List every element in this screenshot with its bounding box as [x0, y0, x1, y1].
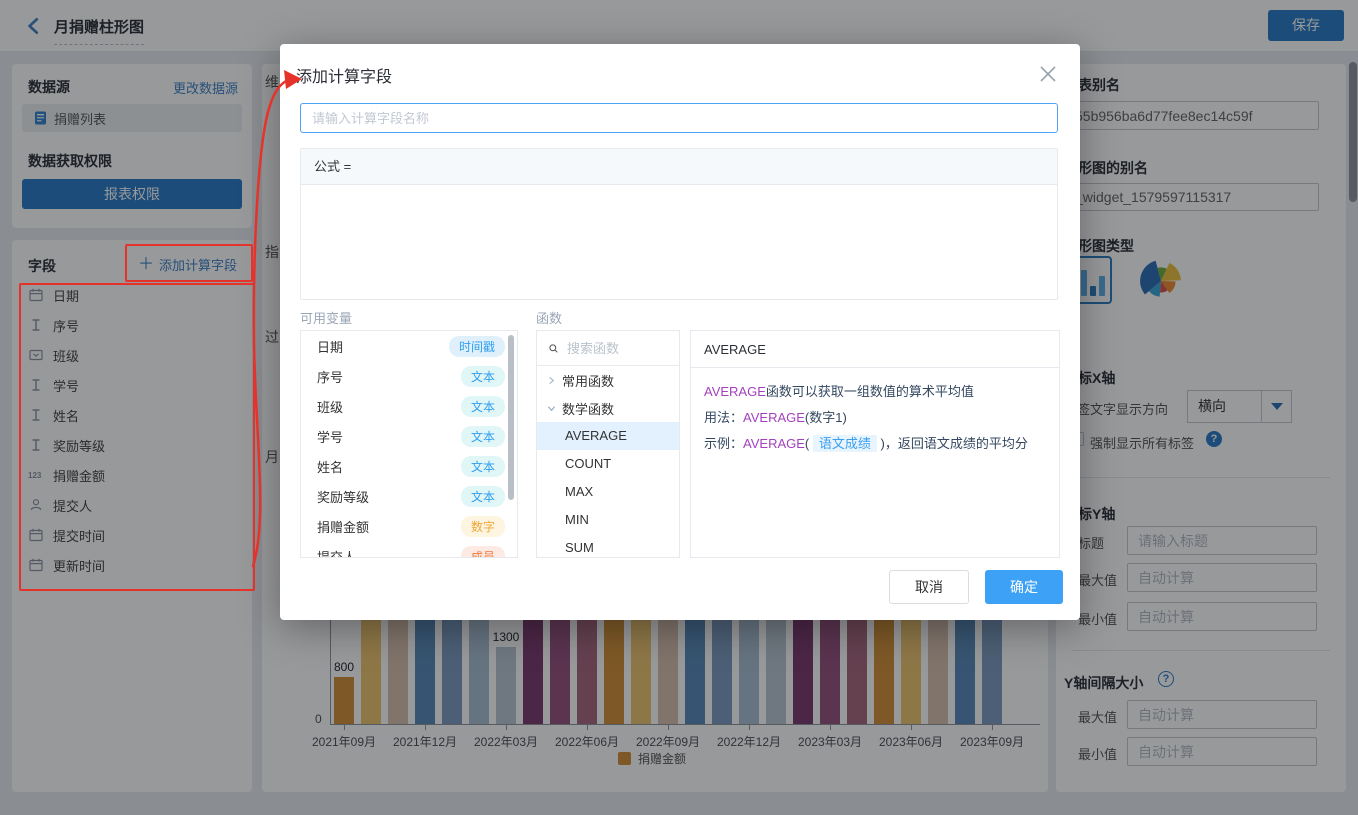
variable-name: 学号 — [317, 427, 343, 446]
function-group[interactable]: 常用函数 — [537, 366, 679, 394]
variable-item[interactable]: 捐赠金额 数字 — [301, 511, 517, 541]
functions-title: 函数 — [536, 308, 562, 327]
variable-name: 姓名 — [317, 457, 343, 476]
formula-editor[interactable]: 公式 = — [300, 148, 1058, 300]
cancel-button[interactable]: 取消 — [889, 570, 969, 604]
close-icon[interactable] — [1038, 64, 1058, 84]
variable-type-badge: 文本 — [461, 486, 505, 507]
variable-item[interactable]: 班级 文本 — [301, 391, 517, 421]
function-description: AVERAGE函数可以获取一组数值的算术平均值 — [704, 379, 1046, 405]
function-group-label: 常用函数 — [562, 371, 614, 390]
variable-item[interactable]: 日期 时间戳 — [301, 331, 517, 361]
function-item[interactable]: MAX — [537, 478, 679, 506]
variable-name: 捐赠金额 — [317, 517, 369, 536]
variable-item[interactable]: 序号 文本 — [301, 361, 517, 391]
variable-item[interactable]: 提交人 成员 — [301, 541, 517, 558]
function-item[interactable]: COUNT — [537, 450, 679, 478]
formula-label: 公式 = — [301, 149, 1057, 185]
function-item[interactable]: MIN — [537, 506, 679, 534]
variable-name: 奖励等级 — [317, 487, 369, 506]
chevron-right-icon — [547, 376, 556, 385]
variable-type-badge: 文本 — [461, 396, 505, 417]
search-icon — [547, 344, 560, 353]
variable-name: 班级 — [317, 397, 343, 416]
variable-name: 序号 — [317, 367, 343, 386]
confirm-button[interactable]: 确定 — [985, 570, 1063, 604]
dialog-title: 添加计算字段 — [296, 63, 392, 87]
variable-name: 提交人 — [317, 547, 356, 559]
variable-name: 日期 — [317, 337, 343, 356]
variable-type-badge: 文本 — [461, 456, 505, 477]
chevron-down-icon — [547, 404, 556, 413]
function-item[interactable]: SUM — [537, 534, 679, 558]
variables-title: 可用变量 — [300, 308, 352, 327]
function-detail: AVERAGE AVERAGE函数可以获取一组数值的算术平均值 用法：AVERA… — [690, 330, 1060, 558]
function-tree: 常用函数数学函数 AVERAGECOUNTMAXMINSUM — [537, 366, 679, 558]
function-example: 示例：AVERAGE( 语文成绩 )，返回语文成绩的平均分 — [704, 431, 1046, 457]
variables-scrollbar[interactable] — [508, 335, 514, 500]
variable-type-badge: 数字 — [461, 516, 505, 537]
variable-item[interactable]: 学号 文本 — [301, 421, 517, 451]
variable-item[interactable]: 姓名 文本 — [301, 451, 517, 481]
variable-type-badge: 成员 — [461, 546, 505, 559]
app-window: 月捐赠柱形图 保存 数据源 更改数据源 捐赠列表 数据获取权限 报表权限 字段 … — [0, 0, 1358, 815]
variables-list: 日期时间戳序号文本班级文本学号文本姓名文本奖励等级文本捐赠金额数字提交人成员 — [300, 330, 518, 558]
function-search[interactable] — [537, 331, 679, 366]
function-detail-header: AVERAGE — [691, 331, 1059, 368]
functions-list: 常用函数数学函数 AVERAGECOUNTMAXMINSUM — [536, 330, 680, 558]
function-search-input[interactable] — [567, 341, 657, 356]
calc-field-name-input[interactable] — [300, 103, 1058, 133]
function-usage: 用法：AVERAGE(数字1) — [704, 405, 1046, 431]
function-group-label: 数学函数 — [562, 399, 614, 418]
variable-type-badge: 文本 — [461, 366, 505, 387]
add-calc-field-dialog: 添加计算字段 公式 = 可用变量 函数 日期时间戳序号文本班级文本学号文本姓名文… — [280, 44, 1080, 620]
variable-type-badge: 文本 — [461, 426, 505, 447]
variable-item[interactable]: 奖励等级 文本 — [301, 481, 517, 511]
variable-type-badge: 时间戳 — [449, 336, 505, 357]
function-item[interactable]: AVERAGE — [537, 422, 679, 450]
function-group[interactable]: 数学函数 — [537, 394, 679, 422]
